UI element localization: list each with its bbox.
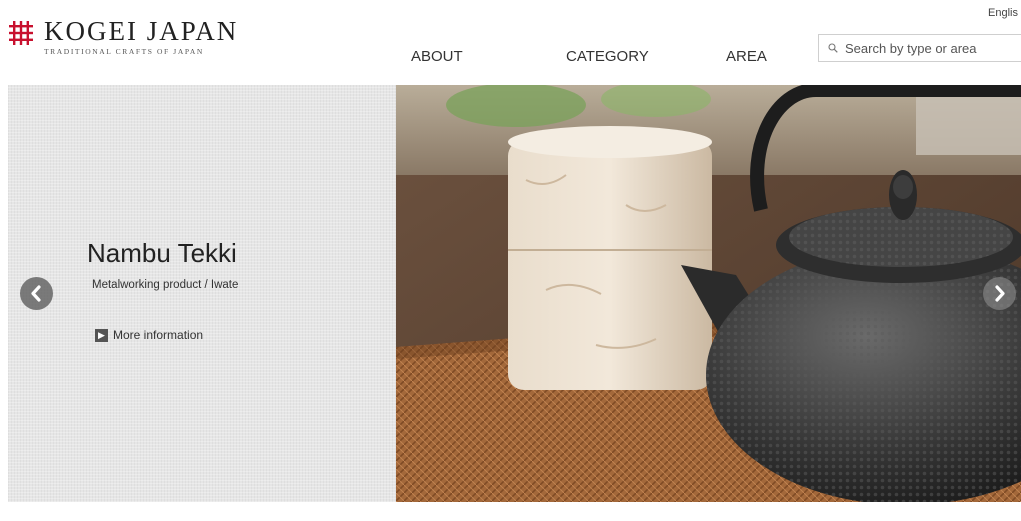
slide-caption-panel: Nambu Tekki Metalworking product / Iwate… bbox=[8, 85, 396, 502]
language-link[interactable]: Englis bbox=[988, 7, 1018, 19]
slide-subtitle: Metalworking product / Iwate bbox=[92, 279, 239, 291]
hero-carousel: Nambu Tekki Metalworking product / Iwate… bbox=[8, 85, 1021, 502]
nav-area[interactable]: AREA bbox=[726, 48, 767, 65]
logo-title: KOGEI JAPAN bbox=[44, 16, 239, 46]
site-header: KOGEI JAPAN TRADITIONAL CRAFTS OF JAPAN … bbox=[0, 0, 1021, 84]
more-information-link[interactable]: ▶ More information bbox=[95, 328, 203, 342]
logo-subtitle: TRADITIONAL CRAFTS OF JAPAN bbox=[44, 47, 204, 56]
site-logo[interactable]: KOGEI JAPAN TRADITIONAL CRAFTS OF JAPAN bbox=[8, 18, 238, 56]
teapot-photo-image bbox=[396, 85, 1021, 502]
slide-photo[interactable] bbox=[396, 85, 1021, 502]
nav-category[interactable]: CATEGORY bbox=[566, 48, 649, 65]
chevron-left-icon bbox=[31, 285, 41, 302]
chevron-right-icon bbox=[995, 285, 1005, 302]
search-input[interactable] bbox=[845, 35, 1020, 61]
logo-text: KOGEI JAPAN TRADITIONAL CRAFTS OF JAPAN bbox=[44, 16, 239, 57]
search-icon bbox=[828, 43, 838, 53]
slide-title: Nambu Tekki bbox=[87, 238, 237, 268]
search-box[interactable] bbox=[818, 34, 1021, 62]
more-information-label: More information bbox=[113, 328, 204, 342]
kogei-logo-mark-icon bbox=[9, 21, 33, 45]
arrow-right-box-icon: ▶ bbox=[95, 328, 108, 342]
carousel-next-button[interactable] bbox=[983, 277, 1016, 310]
nav-about[interactable]: ABOUT bbox=[411, 48, 463, 65]
carousel-prev-button[interactable] bbox=[20, 277, 53, 310]
